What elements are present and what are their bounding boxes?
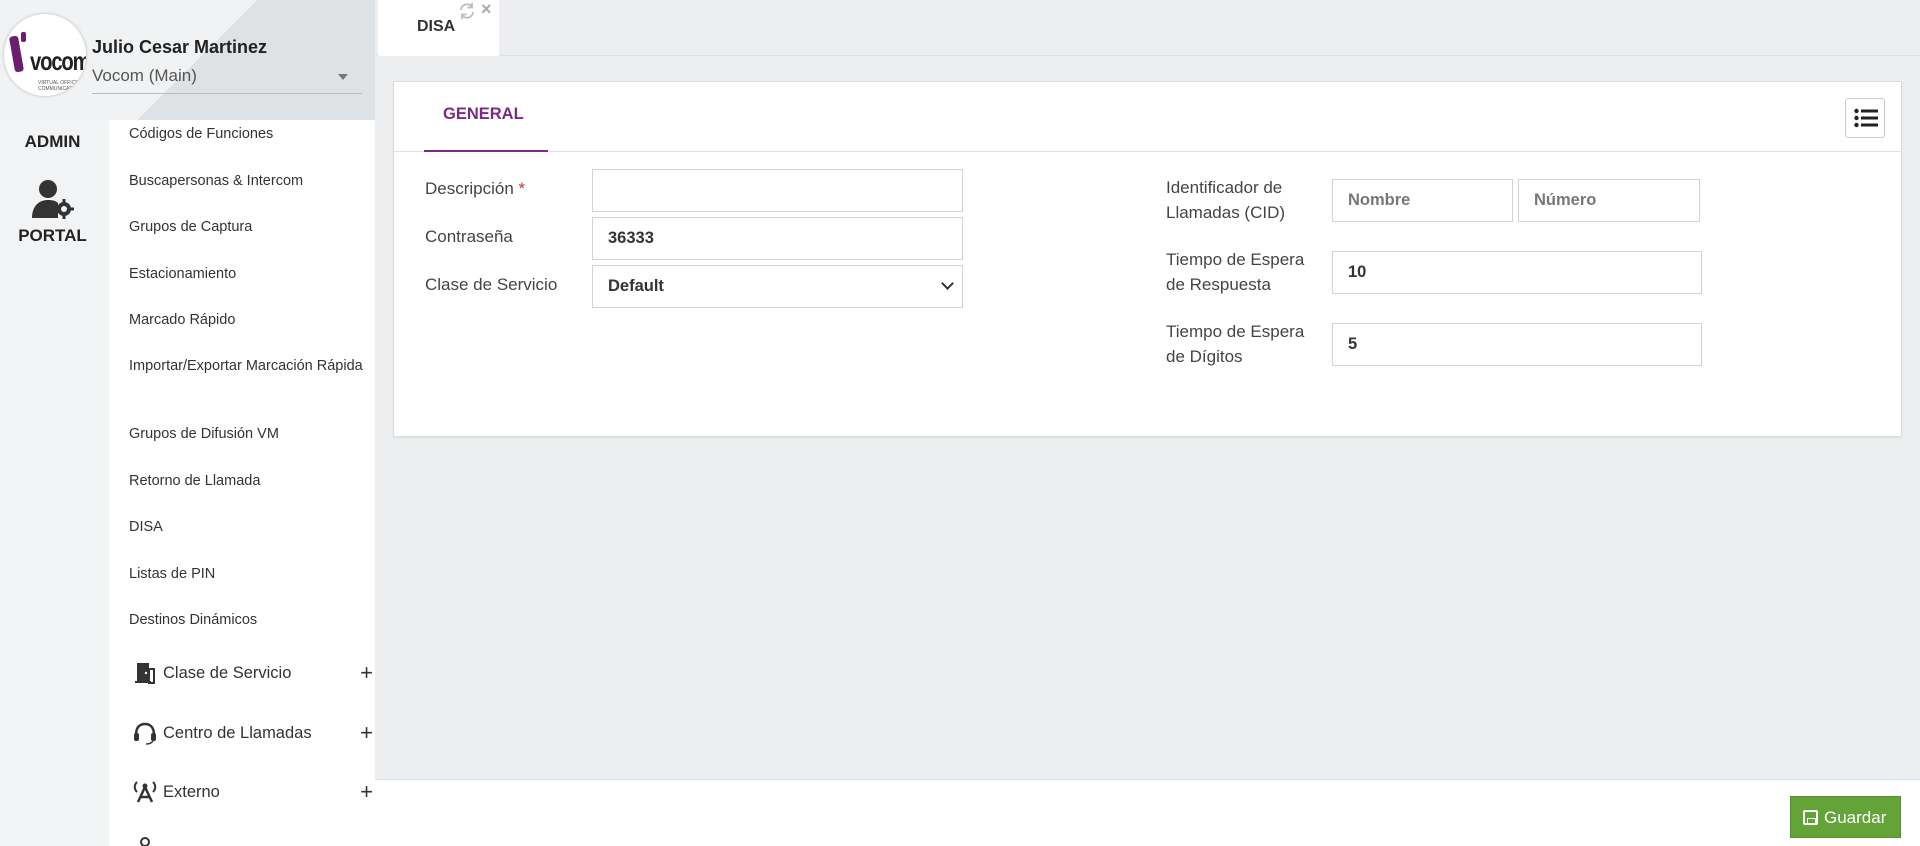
pin-icon [140, 837, 150, 846]
menu-group-label: Centro de Llamadas [163, 723, 312, 742]
descripcion-input[interactable] [592, 169, 963, 212]
menu-group-label: Clase de Servicio [163, 663, 292, 682]
menu-item-grupos-difusion[interactable]: Grupos de Difusión VM [129, 424, 365, 445]
menu-item-listas-pin[interactable]: Listas de PIN [129, 564, 365, 585]
tab-general-label: GENERAL [443, 105, 524, 123]
clase-servicio-label: Clase de Servicio [425, 275, 558, 294]
contrasena-label: Contraseña [425, 227, 513, 246]
bottom-action-bar [375, 779, 1920, 846]
menu-item-destinos-dinamicos[interactable]: Destinos Dinámicos [129, 610, 365, 631]
antenna-icon [133, 781, 157, 803]
tab-general[interactable]: GENERAL [424, 82, 548, 152]
tenant-value: Vocom (Main) [92, 66, 197, 85]
menu-group-centro-llamadas[interactable]: Centro de Llamadas + [131, 720, 373, 745]
menu-item-estacionamiento[interactable]: Estacionamiento [129, 264, 365, 285]
cid-numero-input[interactable]: Número [1518, 179, 1700, 222]
contrasena-input[interactable]: 36333 [592, 217, 963, 260]
menu-item-buscapersonas[interactable]: Buscapersonas & Intercom [129, 171, 365, 192]
menu-item-importar-exportar[interactable]: Importar/Exportar Marcación Rápida [129, 356, 365, 377]
tenant-select[interactable]: Vocom (Main) [92, 66, 362, 94]
clase-servicio-select[interactable]: Default [592, 265, 963, 308]
user-header: vocom VIRTUAL OFFICE COMMUNICATIONS Juli… [0, 0, 375, 120]
rail-portal-label: PORTAL [18, 226, 87, 245]
expand-plus-icon[interactable]: + [360, 779, 373, 805]
headset-icon [134, 722, 156, 745]
user-name: Julio Cesar Martinez [92, 37, 268, 57]
menu-group-clase-servicio[interactable]: Clase de Servicio + [131, 660, 373, 685]
espera-respuesta-input[interactable]: 10 [1332, 251, 1702, 294]
tab-disa[interactable]: DISA × [378, 0, 499, 56]
refresh-icon[interactable] [458, 2, 476, 20]
icon-rail: ADMIN PORTAL [0, 0, 109, 846]
expand-plus-icon[interactable]: + [360, 720, 373, 746]
user-gear-icon [31, 180, 74, 219]
door-icon [135, 663, 155, 684]
chevron-down-icon [941, 277, 954, 290]
descripcion-label: Descripción * [425, 179, 526, 198]
list-icon [1854, 108, 1878, 128]
menu-group-label: Externo [163, 782, 220, 801]
cid-label: Identificador de Llamadas (CID) [1166, 178, 1286, 222]
tab-strip: DISA × [375, 0, 1920, 56]
list-menu-button[interactable] [1845, 98, 1885, 138]
close-icon[interactable]: × [481, 0, 492, 20]
card-tabs: GENERAL [394, 82, 1901, 152]
menu-group-partial[interactable] [131, 836, 367, 846]
expand-plus-icon[interactable]: + [360, 660, 373, 686]
menu-group-externo[interactable]: Externo + [131, 779, 373, 804]
submenu-panel: Códigos de Funciones Buscapersonas & Int… [109, 0, 375, 846]
rail-portal[interactable]: PORTAL [0, 178, 105, 246]
menu-item-codigos[interactable]: Códigos de Funciones [129, 124, 365, 145]
caret-down-icon [338, 74, 348, 80]
vocom-logo: vocom VIRTUAL OFFICE COMMUNICATIONS [4, 14, 86, 96]
rail-admin[interactable]: ADMIN [0, 106, 105, 152]
menu-item-disa[interactable]: DISA [129, 517, 365, 538]
menu-item-retorno-llamada[interactable]: Retorno de Llamada [129, 471, 365, 492]
menu-item-marcado-rapido[interactable]: Marcado Rápido [129, 310, 365, 331]
menu-item-grupos-captura[interactable]: Grupos de Captura [129, 217, 365, 238]
espera-digitos-label: Tiempo de Espera de Dígitos [1166, 322, 1305, 366]
clase-servicio-value: Default [608, 277, 664, 295]
tab-label: DISA [417, 18, 456, 35]
save-button[interactable]: Guardar [1790, 796, 1901, 838]
espera-digitos-input[interactable]: 5 [1332, 323, 1702, 366]
floppy-icon [1803, 810, 1818, 825]
rail-admin-label: ADMIN [24, 132, 81, 151]
espera-respuesta-label: Tiempo de Espera de Respuesta [1166, 250, 1305, 294]
required-asterisk: * [518, 179, 526, 198]
disa-form-card: GENERAL Descripción * Contraseña 36333 C… [393, 81, 1902, 437]
save-button-label: Guardar [1824, 808, 1887, 827]
cid-nombre-input[interactable]: Nombre [1332, 179, 1513, 222]
